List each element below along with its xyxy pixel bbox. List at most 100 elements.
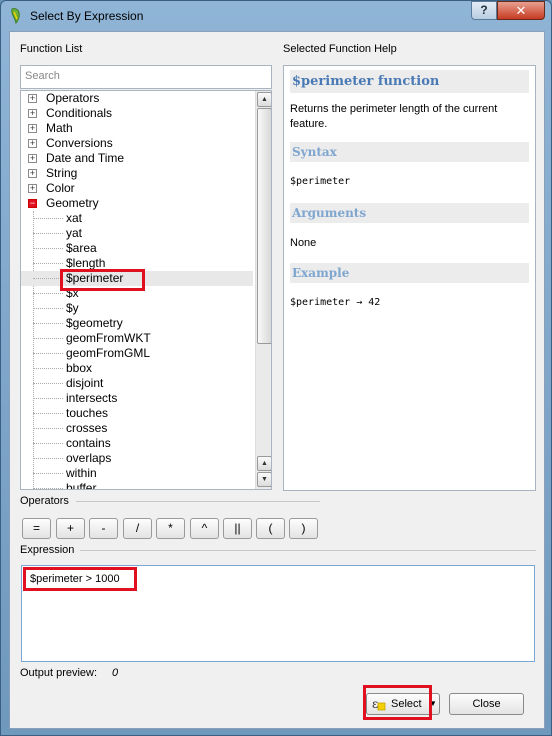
tree-function-label: disjoint	[66, 376, 104, 390]
tree-category-row[interactable]: + Date and Time	[21, 151, 253, 166]
tree-function-row[interactable]: touches	[21, 406, 253, 421]
title-bar[interactable]: Select By Expression ? ✕	[1, 1, 551, 31]
tree-scrollbar[interactable]: ▲ ▲ ▼	[255, 91, 271, 489]
search-input[interactable]: Search	[20, 65, 272, 89]
perimeter-highlight	[60, 269, 145, 291]
tree-branch-line	[33, 383, 63, 384]
tree-function-row[interactable]: contains	[21, 436, 253, 451]
dialog-window: Select By Expression ? ✕ Function List S…	[0, 0, 552, 736]
expand-plus-icon[interactable]: +	[28, 94, 37, 103]
tree-function-label: intersects	[66, 391, 118, 405]
tree-category-row[interactable]: + String	[21, 166, 253, 181]
tree-branch-line	[33, 323, 63, 324]
operators-separator	[76, 501, 320, 502]
expand-plus-icon[interactable]: +	[28, 154, 37, 163]
help-arguments-heading: Arguments	[290, 203, 529, 223]
tree-function-label: bbox	[66, 361, 93, 375]
tree-function-row[interactable]: overlaps	[21, 451, 253, 466]
tree-function-label: contains	[66, 436, 111, 450]
help-button[interactable]: ?	[471, 1, 497, 20]
tree-branch-line	[33, 473, 63, 474]
operator-divide-button[interactable]: /	[123, 518, 152, 539]
help-example: $perimeter → 42	[290, 297, 381, 308]
tree-function-label: crosses	[66, 421, 108, 435]
expression-separator	[80, 550, 536, 551]
expand-plus-icon[interactable]: +	[28, 109, 37, 118]
operator-open-paren-button[interactable]: (	[256, 518, 285, 539]
operators-label: Operators	[20, 495, 69, 507]
scroll-down-button[interactable]: ▼	[257, 472, 271, 487]
tree-function-row[interactable]: $area	[21, 241, 253, 256]
tree-category-row[interactable]: + Math	[21, 121, 253, 136]
tree-function-row[interactable]: yat	[21, 226, 253, 241]
expand-plus-icon[interactable]: +	[28, 184, 37, 193]
operator-plus-button[interactable]: +	[56, 518, 85, 539]
expand-plus-icon[interactable]: +	[28, 139, 37, 148]
function-help-label: Selected Function Help	[283, 43, 397, 55]
tree-branch-line	[33, 353, 63, 354]
tree-branch-line	[33, 458, 63, 459]
close-button[interactable]: Close	[449, 693, 524, 715]
tree-function-label: $geometry	[66, 316, 123, 330]
tree-branch-line	[33, 413, 63, 414]
tree-category-row[interactable]: + Conditionals	[21, 106, 253, 121]
tree-function-label: geomFromWKT	[66, 331, 151, 345]
collapse-minus-icon[interactable]: −	[28, 199, 37, 208]
tree-function-row[interactable]: xat	[21, 211, 253, 226]
tree-function-row[interactable]: disjoint	[21, 376, 253, 391]
tree-function-label: buffer	[66, 481, 97, 490]
window-title: Select By Expression	[30, 9, 144, 23]
tree-branch-line	[33, 278, 63, 279]
select-highlight	[363, 685, 432, 720]
tree-function-label: $y	[66, 301, 79, 315]
tree-function-row[interactable]: intersects	[21, 391, 253, 406]
tree-function-row[interactable]: geomFromWKT	[21, 331, 253, 346]
tree-function-label: within	[66, 466, 97, 480]
tree-category-label: Operators	[46, 91, 100, 105]
tree-branch-line	[33, 428, 63, 429]
tree-branch-line	[33, 338, 63, 339]
tree-category-label: String	[46, 166, 78, 180]
tree-category-row[interactable]: + Color	[21, 181, 253, 196]
tree-branch-line	[33, 248, 63, 249]
tree-function-row[interactable]: crosses	[21, 421, 253, 436]
tree-branch-line	[33, 263, 63, 264]
tree-category-label: Color	[46, 181, 75, 195]
tree-function-label: xat	[66, 211, 83, 225]
tree-category-row[interactable]: + Operators	[21, 91, 253, 106]
expand-plus-icon[interactable]: +	[28, 169, 37, 178]
expand-plus-icon[interactable]: +	[28, 124, 37, 133]
tree-branch-line	[33, 398, 63, 399]
operator-power-button[interactable]: ^	[190, 518, 219, 539]
tree-category-row-geometry[interactable]: − Geometry	[21, 196, 253, 211]
output-preview-label: Output preview:	[20, 667, 98, 679]
window-close-button[interactable]: ✕	[497, 1, 545, 20]
tree-function-label: overlaps	[66, 451, 112, 465]
tree-function-row[interactable]: geomFromGML	[21, 346, 253, 361]
tree-category-label: Date and Time	[46, 151, 125, 165]
function-tree[interactable]: + Operators + Conditionals + Math + Conversions…	[20, 90, 272, 490]
tree-function-row[interactable]: $y	[21, 301, 253, 316]
function-help-panel: $perimeter function Returns the perimete…	[283, 65, 536, 491]
tree-branch-line	[33, 218, 63, 219]
tree-function-row[interactable]: $geometry	[21, 316, 253, 331]
scroll-up-button[interactable]: ▲	[257, 92, 271, 107]
help-syntax-heading: Syntax	[290, 142, 529, 162]
tree-function-row[interactable]: buffer	[21, 481, 253, 490]
operator-equals-button[interactable]: =	[22, 518, 51, 539]
tree-category-row[interactable]: + Conversions	[21, 136, 253, 151]
tree-category-label: Conditionals	[46, 106, 113, 120]
scroll-up-button-lower[interactable]: ▲	[257, 456, 271, 471]
operator-concat-button[interactable]: ||	[223, 518, 252, 539]
help-syntax: $perimeter	[290, 176, 351, 187]
expression-label: Expression	[20, 544, 75, 556]
dialog-body: Function List Selected Function Help Sea…	[9, 31, 545, 729]
scroll-thumb[interactable]	[257, 108, 271, 344]
operator-minus-button[interactable]: -	[89, 518, 118, 539]
tree-function-row[interactable]: within	[21, 466, 253, 481]
operator-multiply-button[interactable]: *	[156, 518, 185, 539]
operator-close-paren-button[interactable]: )	[289, 518, 318, 539]
tree-function-row[interactable]: bbox	[21, 361, 253, 376]
help-arguments: None	[290, 237, 317, 249]
tree-function-label: touches	[66, 406, 109, 420]
